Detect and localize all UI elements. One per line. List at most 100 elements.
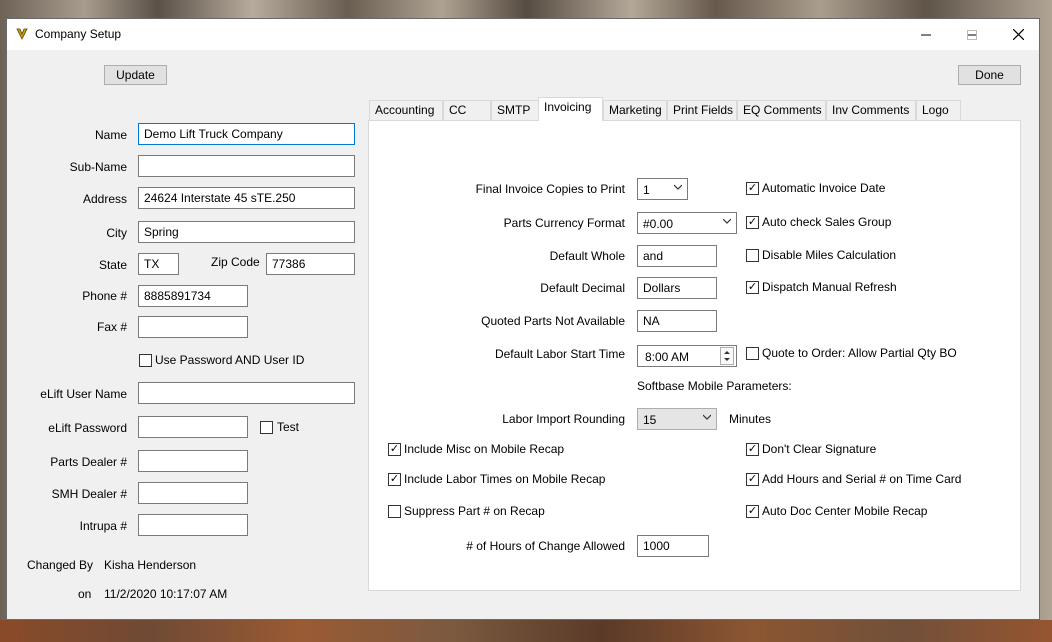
time-spinner[interactable] — [720, 347, 734, 365]
hours-change-input[interactable]: 1000 — [637, 535, 709, 557]
spin-arrows-icon — [724, 351, 730, 361]
tab-cc[interactable]: CC — [443, 100, 491, 120]
state-label: State — [98, 258, 127, 272]
labor-rounding-select[interactable]: 15 — [637, 408, 717, 430]
tab-inv-comments[interactable]: Inv Comments — [826, 100, 916, 120]
zip-label: Zip Code — [211, 255, 260, 269]
default-decimal-input[interactable]: Dollars — [637, 277, 717, 299]
desktop-background — [0, 620, 1052, 642]
labor-rounding-label: Labor Import Rounding — [502, 412, 625, 426]
title-bar: Company Setup — [7, 19, 1039, 50]
minutes-label: Minutes — [729, 412, 772, 426]
quoted-na-input[interactable]: NA — [637, 310, 717, 332]
currency-format-select[interactable]: #0.00 — [637, 212, 737, 234]
update-button[interactable]: Update — [104, 65, 167, 85]
final-copies-select[interactable]: 1 — [637, 178, 688, 200]
chevron-down-icon — [703, 414, 711, 420]
intrupa-label: Intrupa # — [79, 519, 127, 533]
changed-on-value: 11/2/2020 10:17:07 AM — [104, 587, 228, 601]
minimize-icon — [921, 34, 931, 35]
dont-clear-signature-checkbox[interactable]: ✓ — [746, 443, 759, 456]
on-label: on — [78, 587, 92, 601]
done-button[interactable]: Done — [958, 65, 1021, 85]
final-copies-value: 1 — [643, 183, 650, 197]
elift-password-label: eLift Password — [48, 421, 127, 435]
auto-check-sales-label: Auto check Sales Group — [762, 215, 892, 229]
smh-dealer-label: SMH Dealer # — [51, 487, 127, 501]
smh-dealer-input[interactable] — [138, 482, 248, 504]
invoicing-panel: Final Invoice Copies to Print 1 Parts Cu… — [368, 120, 1021, 591]
default-decimal-label: Default Decimal — [540, 281, 625, 295]
fax-label: Fax # — [96, 320, 127, 334]
mobile-params-label: Softbase Mobile Parameters: — [637, 379, 792, 393]
default-whole-label: Default Whole — [549, 249, 625, 263]
city-input[interactable]: Spring — [138, 221, 355, 243]
tab-smtp[interactable]: SMTP — [491, 100, 539, 120]
labor-start-label: Default Labor Start Time — [494, 347, 625, 361]
tab-marketing[interactable]: Marketing — [603, 100, 667, 120]
auto-doc-center-checkbox[interactable]: ✓ — [746, 505, 759, 518]
quoted-na-label: Quoted Parts Not Available — [481, 314, 625, 328]
tab-accounting[interactable]: Accounting — [369, 100, 443, 120]
elift-user-input[interactable] — [138, 382, 355, 404]
labor-start-value: 8:00 AM — [645, 350, 690, 364]
hours-change-label: # of Hours of Change Allowed — [466, 539, 625, 553]
maximize-icon — [967, 29, 977, 40]
window-title: Company Setup — [35, 27, 122, 41]
address-input[interactable]: 24624 Interstate 45 sTE.250 — [138, 187, 355, 209]
suppress-part-label: Suppress Part # on Recap — [404, 504, 545, 518]
suppress-part-checkbox[interactable] — [388, 505, 401, 518]
include-misc-checkbox[interactable]: ✓ — [388, 443, 401, 456]
state-input[interactable]: TX — [138, 253, 179, 275]
zip-input[interactable]: 77386 — [266, 253, 355, 275]
subname-input[interactable] — [138, 155, 355, 177]
include-labor-label: Include Labor Times on Mobile Recap — [404, 472, 606, 486]
final-copies-label: Final Invoice Copies to Print — [475, 182, 625, 196]
chevron-down-icon — [723, 218, 731, 224]
maximize-button[interactable] — [949, 19, 995, 50]
auto-doc-center-label: Auto Doc Center Mobile Recap — [762, 504, 928, 518]
include-labor-checkbox[interactable]: ✓ — [388, 473, 401, 486]
quote-to-order-checkbox[interactable] — [746, 347, 759, 360]
name-input[interactable]: Demo Lift Truck Company — [138, 123, 355, 145]
dispatch-refresh-checkbox[interactable]: ✓ — [746, 281, 759, 294]
parts-dealer-input[interactable] — [138, 450, 248, 472]
changed-by-label: Changed By — [27, 558, 94, 572]
fax-input[interactable] — [138, 316, 248, 338]
quote-to-order-label: Quote to Order: Allow Partial Qty BO — [762, 346, 957, 360]
tab-invoicing[interactable]: Invoicing — [538, 97, 603, 121]
tab-print-fields[interactable]: Print Fields — [667, 100, 737, 120]
name-label: Name — [94, 128, 127, 142]
currency-format-value: #0.00 — [643, 217, 674, 231]
include-misc-label: Include Misc on Mobile Recap — [404, 442, 565, 456]
tab-logo[interactable]: Logo — [916, 100, 961, 120]
disable-miles-label: Disable Miles Calculation — [762, 248, 897, 262]
auto-check-sales-checkbox[interactable]: ✓ — [746, 216, 759, 229]
auto-invoice-date-checkbox[interactable]: ✓ — [746, 182, 759, 195]
tab-eq-comments[interactable]: EQ Comments — [737, 100, 826, 120]
changed-by-value: Kisha Henderson — [104, 558, 197, 572]
add-hours-serial-label: Add Hours and Serial # on Time Card — [762, 472, 962, 486]
default-whole-input[interactable]: and — [637, 245, 717, 267]
labor-rounding-value: 15 — [643, 413, 657, 427]
parts-dealer-label: Parts Dealer # — [50, 455, 127, 469]
elift-password-input[interactable] — [138, 416, 248, 438]
add-hours-serial-checkbox[interactable]: ✓ — [746, 473, 759, 486]
city-label: City — [106, 226, 127, 240]
auto-invoice-date-label: Automatic Invoice Date — [762, 181, 886, 195]
close-button[interactable] — [995, 19, 1041, 50]
address-label: Address — [82, 192, 127, 206]
use-password-checkbox[interactable] — [139, 354, 152, 367]
test-checkbox[interactable] — [260, 421, 273, 434]
chevron-down-icon — [674, 184, 682, 190]
labor-start-time-picker[interactable]: 8:00 AM — [637, 345, 737, 367]
intrupa-input[interactable] — [138, 514, 248, 536]
minimize-control[interactable] — [903, 19, 949, 50]
disable-miles-checkbox[interactable] — [746, 249, 759, 262]
dont-clear-signature-label: Don't Clear Signature — [762, 442, 877, 456]
phone-input[interactable]: 8885891734 — [138, 285, 248, 307]
company-setup-window: Company Setup Update Done Name Demo Lift… — [6, 18, 1040, 620]
test-label: Test — [277, 420, 300, 434]
dispatch-refresh-label: Dispatch Manual Refresh — [762, 280, 897, 294]
subname-label: Sub-Name — [69, 160, 127, 174]
